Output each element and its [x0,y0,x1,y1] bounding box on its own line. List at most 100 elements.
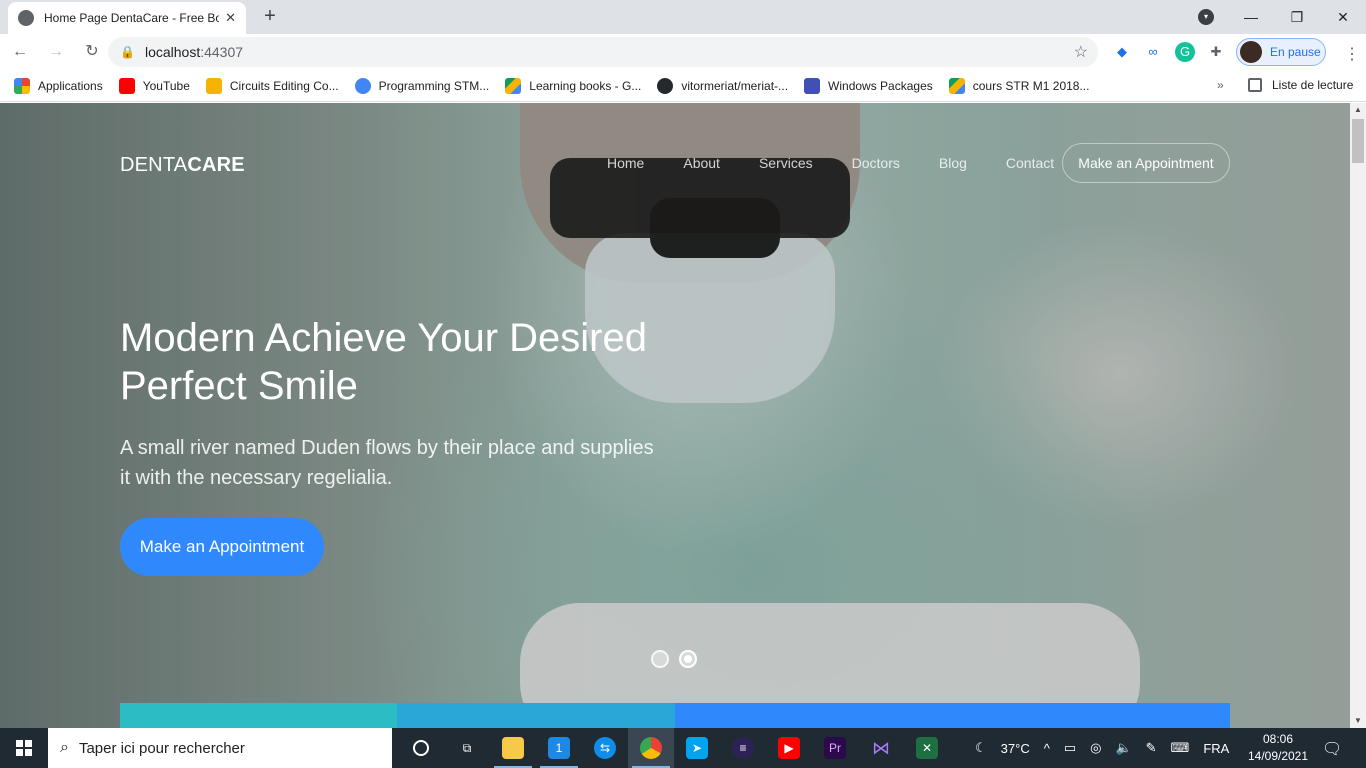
tab-search-icon[interactable]: ▾ [1198,9,1214,25]
bookmark-cours-str[interactable]: cours STR M1 2018... [948,77,1090,94]
bookmark-applications[interactable]: Applications [14,77,103,94]
visual-studio-button[interactable]: ⋈ [858,728,904,768]
hero-section: DENTACARE Home About Services Doctors Bl… [0,103,1350,728]
youtube-app-button[interactable]: ▶ [766,728,812,768]
youtube-icon [118,77,135,94]
nav-about[interactable]: About [683,155,720,171]
bookmark-circuits[interactable]: Circuits Editing Co... [205,77,339,94]
keyboard-icon[interactable]: ⌨ [1171,740,1190,756]
pen-icon[interactable]: ✎ [1146,740,1157,756]
minimize-button[interactable]: — [1228,9,1274,25]
hero-subtitle: A small river named Duden flows by their… [120,437,654,489]
screen-share-button[interactable]: ➤ [674,728,720,768]
profile-button[interactable]: En pause [1236,38,1326,66]
bookmark-star-icon[interactable]: ☆ [1074,42,1088,62]
feature-strip-cyan [397,703,675,728]
teamviewer-button[interactable]: ⇆ [582,728,628,768]
apps-grid-icon [14,77,30,94]
bookmark-label: vitormeriat/meriat-... [681,78,789,93]
nav-appointment-button[interactable]: Make an Appointment [1062,143,1230,183]
file-explorer-button[interactable] [490,728,536,768]
nav-doctors[interactable]: Doctors [852,155,900,171]
browser-tab[interactable]: Home Page DentaCare - Free Bo ✕ [8,2,246,34]
bookmark-label: Programming STM... [378,78,490,93]
bookmark-label: Applications [38,78,103,93]
close-window-button[interactable]: ✕ [1320,9,1366,26]
nav-services[interactable]: Services [759,155,813,171]
bookmark-windows-packages[interactable]: Windows Packages [804,77,933,94]
address-bar[interactable]: 🔒 localhost:44307 ☆ [108,37,1098,67]
search-icon: ⌕ [60,739,69,756]
cortana-button[interactable] [398,728,444,768]
windows-logo-icon [16,740,32,756]
taskbar-search[interactable]: ⌕ Taper ici pour rechercher [48,728,392,768]
search-placeholder: Taper ici pour rechercher [78,739,245,757]
bookmark-label: Windows Packages [828,78,933,93]
premiere-icon: Pr [824,737,846,759]
extension-graduation-icon[interactable]: ◆ [1112,42,1132,62]
chrome-button[interactable] [628,728,674,768]
premiere-button[interactable]: Pr [812,728,858,768]
site-logo[interactable]: DENTACARE [120,154,245,177]
bookmark-learning-books[interactable]: Learning books - G... [505,77,641,94]
reload-button[interactable]: ↻ [76,36,108,68]
taskbar-apps: ⧉ 1 ⇆ ➤ ≡ ▶ Pr ⋈ ✕ [398,728,950,768]
extensions-puzzle-icon[interactable]: ✚ [1206,42,1226,62]
clock-time: 08:06 [1262,732,1294,746]
bookmark-github[interactable]: vitormeriat/meriat-... [657,77,789,94]
scroll-thumb[interactable] [1352,119,1364,163]
nav-contact[interactable]: Contact [1006,155,1054,171]
notification-icon[interactable]: 🗨 [1322,739,1342,759]
hero-appointment-button[interactable]: Make an Appointment [120,518,324,576]
grammarly-icon[interactable]: G [1175,42,1195,62]
page-viewport: DENTACARE Home About Services Doctors Bl… [0,103,1366,728]
forward-button[interactable]: → [40,36,72,68]
chrome-menu-icon[interactable]: ⋮ [1344,44,1360,64]
reading-list-button[interactable]: Liste de lecture [1248,78,1353,92]
nav-blog[interactable]: Blog [939,155,967,171]
extension-link-icon[interactable]: ∞ [1143,42,1163,62]
bookmarks-bar: Applications YouTube Circuits Editing Co… [0,70,1366,102]
battery-icon[interactable]: ▭ [1064,740,1076,756]
start-button[interactable] [0,728,48,768]
mail-button[interactable]: 1 [536,728,582,768]
nav-home[interactable]: Home [607,155,644,171]
reading-list-icon [1248,78,1262,92]
carousel-dots [651,650,707,668]
more-bookmarks-icon[interactable]: » [1217,78,1224,92]
eclipse-button[interactable]: ≡ [720,728,766,768]
page-scrollbar[interactable]: ▲ ▼ [1350,103,1366,728]
carousel-dot-1[interactable] [651,650,669,668]
spreadsheet-icon: ✕ [916,737,938,759]
tab-strip: Home Page DentaCare - Free Bo ✕ + ▾ — ❐ … [0,0,1366,34]
scroll-down-icon[interactable]: ▼ [1350,714,1366,728]
globe-icon [354,77,371,94]
bookmark-youtube[interactable]: YouTube [118,77,190,94]
cortana-icon [413,740,429,756]
task-view-button[interactable]: ⧉ [444,728,490,768]
network-icon[interactable]: ◎ [1090,740,1101,756]
url-text: localhost:44307 [145,44,243,60]
new-tab-button[interactable]: + [258,4,282,28]
volume-icon[interactable]: 🔈 [1115,740,1131,756]
weather-moon-icon[interactable]: ☾ [975,740,987,756]
window-controls: — ❐ ✕ [1228,0,1366,34]
circuits-icon [205,77,222,94]
browser-toolbar: ← → ↻ 🔒 localhost:44307 ☆ ◆ ∞ G ✚ En pau… [0,34,1366,70]
maximize-button[interactable]: ❐ [1274,9,1320,26]
tray-chevron-icon[interactable]: ^ [1044,741,1050,756]
weather-temp[interactable]: 37°C [1001,741,1030,756]
carousel-dot-2[interactable] [679,650,697,668]
github-icon [657,77,674,94]
back-button[interactable]: ← [4,36,36,68]
hero-overlay [0,103,1350,728]
info-icon[interactable]: 🔒 [120,45,135,59]
bookmark-programming-stm[interactable]: Programming STM... [354,77,490,94]
scroll-up-icon[interactable]: ▲ [1350,103,1366,117]
close-tab-icon[interactable]: ✕ [225,10,236,26]
bookmark-label: cours STR M1 2018... [972,78,1090,93]
excel-like-button[interactable]: ✕ [904,728,950,768]
language-indicator[interactable]: FRA [1203,741,1229,756]
taskbar-clock[interactable]: 08:06 14/09/2021 [1244,731,1312,765]
clock-date: 14/09/2021 [1247,749,1309,763]
